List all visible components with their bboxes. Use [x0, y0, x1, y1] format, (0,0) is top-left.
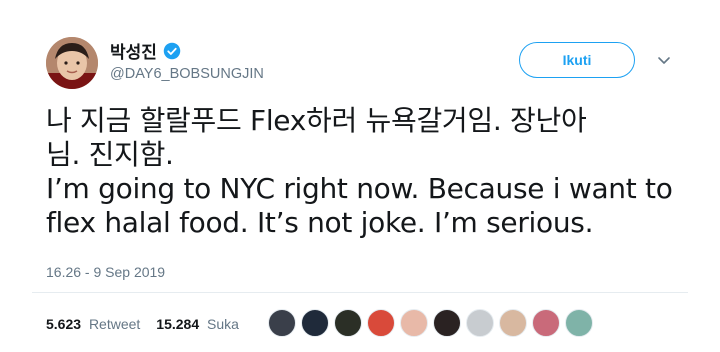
tweet-line: 님. 진지함. — [46, 138, 174, 171]
like-stat[interactable]: 15.284 Suka — [156, 316, 239, 332]
liker-avatar[interactable] — [400, 309, 428, 337]
divider — [32, 292, 688, 293]
retweet-label: Retweet — [88, 316, 141, 332]
liker-avatar[interactable] — [268, 309, 296, 337]
liker-avatar[interactable] — [301, 309, 329, 337]
tweet-line: flex halal food. It’s not joke. I’m seri… — [46, 206, 594, 239]
retweet-count: 5.623 — [46, 316, 82, 332]
author-handle[interactable]: @DAY6_BOBSUNGJIN — [110, 66, 264, 82]
tweet-stats: 5.623 Retweet 15.284 Suka — [46, 316, 239, 332]
display-name[interactable]: 박성진 — [110, 38, 157, 63]
liker-avatar[interactable] — [367, 309, 395, 337]
liker-avatar[interactable] — [532, 309, 560, 337]
like-label: Suka — [207, 316, 239, 332]
like-count: 15.284 — [156, 316, 200, 332]
tweet-line: I’m going to NYC right now. Because i wa… — [46, 172, 673, 205]
retweet-stat[interactable]: 5.623 Retweet — [46, 316, 140, 332]
liker-avatar[interactable] — [466, 309, 494, 337]
liker-avatar[interactable] — [565, 309, 593, 337]
avatar[interactable] — [46, 37, 98, 89]
liker-avatar[interactable] — [334, 309, 362, 337]
liker-avatars — [268, 309, 593, 337]
verified-badge-icon — [163, 42, 181, 59]
liker-avatar[interactable] — [433, 309, 461, 337]
avatar-image — [46, 37, 98, 89]
tweet-timestamp[interactable]: 16.26 - 9 Sep 2019 — [46, 264, 165, 280]
tweet-text: 나 지금 할랄푸드 Flex하러 뉴욕갈거임. 장난아 님. 진지함. I’m … — [46, 104, 696, 240]
tweet-line: 나 지금 할랄푸드 Flex하러 뉴욕갈거임. 장난아 — [46, 104, 587, 137]
author-name[interactable]: 박성진 — [110, 38, 181, 63]
chevron-down-icon[interactable] — [656, 52, 672, 68]
liker-avatar[interactable] — [499, 309, 527, 337]
follow-button[interactable]: Ikuti — [519, 42, 635, 78]
